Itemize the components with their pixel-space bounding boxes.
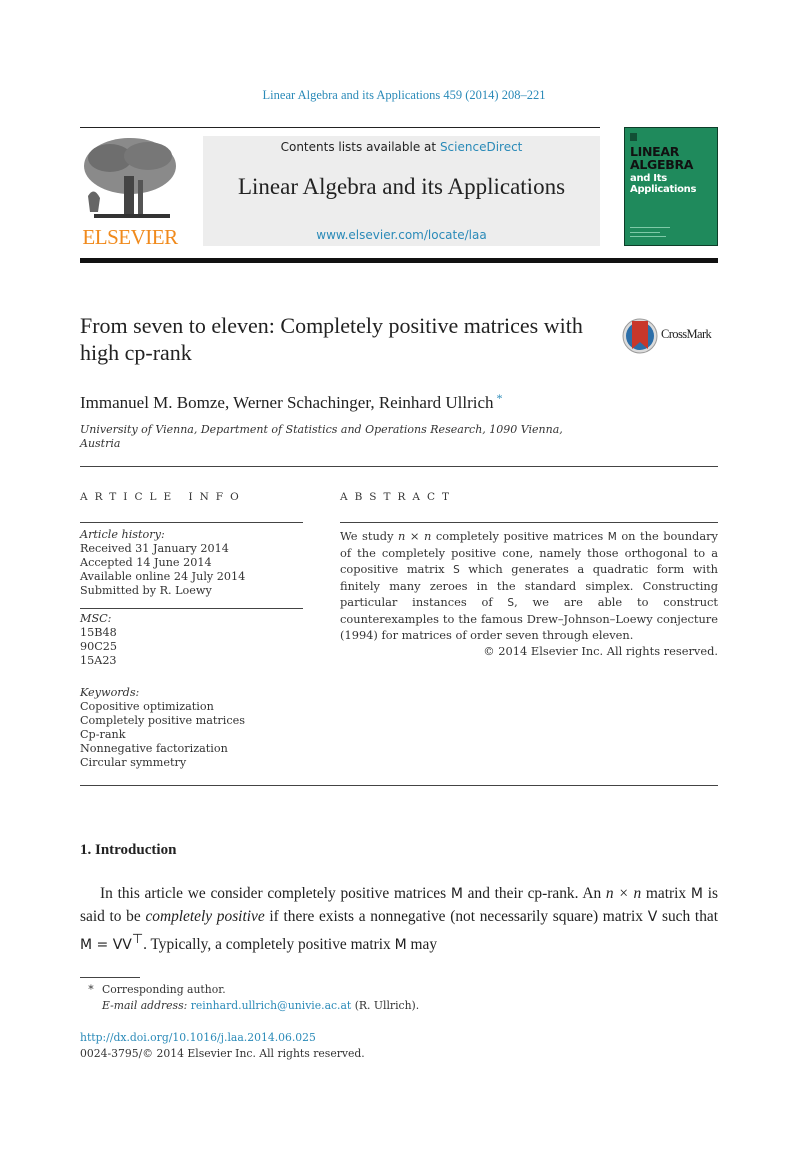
abstract-text: We study n × n completely positive matri…	[340, 529, 718, 642]
elsevier-tree-icon	[84, 138, 176, 218]
introduction-paragraph: In this article we consider completely p…	[80, 885, 718, 954]
header-rule	[80, 127, 600, 128]
journal-url-link[interactable]: www.elsevier.com/locate/laa	[203, 228, 600, 242]
section-rule	[80, 785, 718, 786]
footnote-mark: *	[88, 983, 94, 996]
info-rule	[80, 522, 303, 523]
abstract-body: We study n × n completely positive matri…	[340, 528, 718, 659]
cover-fineprint	[630, 236, 666, 237]
keyword-item[interactable]: Circular symmetry	[80, 756, 303, 770]
affiliation: University of Vienna, Department of Stat…	[80, 423, 563, 450]
crossmark-icon	[622, 318, 658, 354]
cover-fineprint	[630, 227, 670, 228]
authors: Immanuel M. Bomze, Werner Schachinger, R…	[80, 391, 503, 412]
footnote: * Corresponding author. E-mail address: r…	[80, 982, 419, 1014]
cover-fineprint	[630, 232, 660, 233]
article-info-heading: ARTICLE INFO	[80, 491, 246, 503]
history-item: Received 31 January 2014	[80, 542, 229, 555]
info-rule	[80, 608, 303, 609]
sciencedirect-link[interactable]: ScienceDirect	[440, 140, 522, 154]
crossmark-button[interactable]: CrossMark	[622, 317, 722, 355]
article-history: Article history: Received 31 January 201…	[80, 528, 303, 598]
keyword-item[interactable]: Copositive optimization	[80, 700, 303, 714]
journal-cover[interactable]: LINEAR ALGEBRA and Its Applications	[624, 127, 718, 246]
history-item: Submitted by R. Loewy	[80, 584, 212, 597]
history-item: Accepted 14 June 2014	[80, 556, 212, 569]
contents-line: Contents lists available at ScienceDirec…	[280, 140, 523, 154]
corresponding-author-mark[interactable]: *	[497, 391, 503, 405]
cover-logo-icon	[630, 133, 637, 141]
section-heading-introduction: 1. Introduction	[80, 842, 177, 858]
msc-item: 15B48	[80, 626, 117, 639]
keyword-item[interactable]: Completely positive matrices	[80, 714, 303, 728]
doi-link[interactable]: http://dx.doi.org/10.1016/j.laa.2014.06.…	[80, 1030, 365, 1046]
cover-subtitle: and Its Applications	[630, 173, 697, 195]
abstract-copyright: © 2014 Elsevier Inc. All rights reserved…	[483, 644, 718, 658]
msc-codes: MSC: 15B48 90C25 15A23	[80, 612, 303, 668]
history-item: Available online 24 July 2014	[80, 570, 246, 583]
keyword-item[interactable]: Cp-rank	[80, 728, 303, 742]
msc-item: 90C25	[80, 640, 118, 653]
cover-title: LINEAR ALGEBRA	[630, 144, 694, 172]
elsevier-wordmark: ELSEVIER	[82, 225, 178, 249]
paper-title: From seven to eleven: Completely positiv…	[80, 313, 583, 365]
doi-block: http://dx.doi.org/10.1016/j.laa.2014.06.…	[80, 1030, 365, 1062]
issn-copyright: 0024-3795/© 2014 Elsevier Inc. All right…	[80, 1047, 365, 1060]
author-email-link[interactable]: reinhard.ullrich@univie.ac.at	[191, 999, 352, 1012]
keywords: Keywords: Copositive optimization Comple…	[80, 686, 303, 770]
footnote-rule	[80, 977, 140, 978]
journal-citation[interactable]: Linear Algebra and its Applications 459 …	[0, 88, 808, 103]
msc-item: 15A23	[80, 654, 117, 667]
journal-banner: Contents lists available at ScienceDirec…	[203, 136, 600, 246]
crossmark-label: CrossMark	[661, 327, 712, 341]
keyword-item[interactable]: Nonnegative factorization	[80, 742, 303, 756]
abstract-heading: ABSTRACT	[340, 491, 457, 503]
section-rule	[80, 466, 718, 467]
elsevier-logo[interactable]: ELSEVIER	[80, 136, 180, 248]
abstract-rule	[340, 522, 718, 523]
journal-name: Linear Algebra and its Applications	[237, 174, 566, 199]
header-thick-rule	[80, 258, 718, 263]
